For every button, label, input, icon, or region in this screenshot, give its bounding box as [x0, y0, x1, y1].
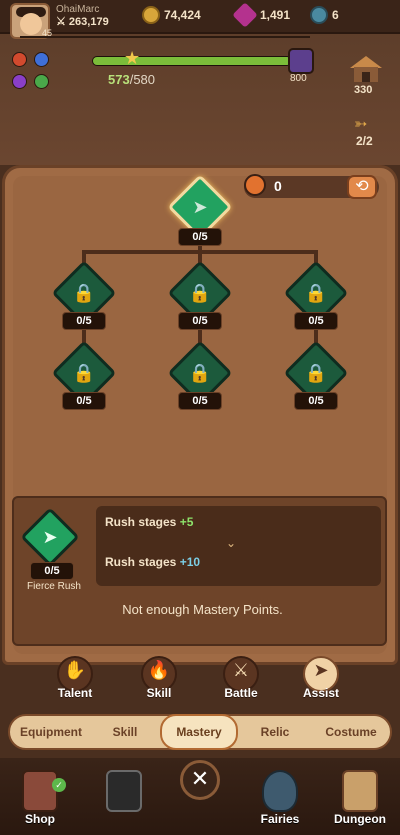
nav-dungeon-label: Dungeon [334, 812, 386, 826]
house-count: 330 [354, 84, 373, 96]
event-icon[interactable] [288, 48, 314, 74]
tab-equipment[interactable]: Equipment [16, 716, 86, 748]
node-fierce-rush[interactable]: ➤ 0/5 [166, 174, 234, 246]
star-icon: ★ [124, 48, 141, 68]
selected-skill-count: 0/5 [30, 562, 74, 580]
node-locked[interactable]: 🔒 0/5 [50, 260, 118, 330]
tab-costume[interactable]: Costume [314, 716, 388, 748]
lock-icon: 🔒 [72, 363, 96, 383]
node-locked[interactable]: 🔒 0/5 [50, 340, 118, 410]
lock-icon: 🔒 [304, 283, 328, 303]
xp-text: 573/580 [108, 72, 155, 87]
gold-amount: 74,424 [164, 8, 201, 22]
shop-icon [22, 770, 58, 812]
event-count: 800 [290, 73, 307, 84]
node-count: 0/5 [178, 228, 222, 246]
notice-text: Not enough Mastery Points. [122, 602, 283, 617]
reset-icon: ⟲ [355, 178, 369, 195]
gem-amount: 1,491 [260, 8, 291, 22]
tab-mastery[interactable]: Mastery [160, 714, 238, 750]
xp-current: 573 [108, 72, 130, 87]
check-icon: ✓ [52, 778, 66, 792]
rush-icon: ➤ [313, 660, 329, 680]
category-selector: ✋ Talent 🔥 Skill ⚔ Battle ➤ Assist [40, 656, 360, 702]
fairy-icon [262, 770, 298, 812]
category-talent[interactable]: ✋ Talent [40, 656, 110, 702]
nav-fairies[interactable]: Fairies [250, 770, 310, 832]
lock-icon [106, 770, 142, 812]
gold-icon [142, 6, 160, 24]
selected-skill-icon: ➤ [20, 507, 80, 570]
hands-icon: ✋ [63, 660, 87, 680]
chevron-down-icon: ⌄ [226, 536, 237, 550]
player-name: OhaiMarc [56, 4, 100, 15]
flame-icon: 🔥 [147, 660, 171, 680]
lock-icon: 🔒 [72, 283, 96, 303]
house-icon[interactable] [346, 54, 386, 84]
divider [20, 36, 310, 38]
node-count: 0/5 [178, 312, 222, 330]
nav-fairies-label: Fairies [260, 812, 300, 826]
stamina-count: 2/2 [356, 134, 373, 148]
node-count: 0/5 [294, 312, 338, 330]
lock-icon: 🔒 [188, 363, 212, 383]
node-locked[interactable]: 🔒 0/5 [166, 260, 234, 330]
map-icon [342, 770, 378, 812]
lock-icon: 🔒 [188, 283, 212, 303]
nav-locked[interactable] [94, 770, 154, 832]
category-battle[interactable]: ⚔ Battle [206, 656, 276, 702]
rush-icon: ➤ [42, 527, 58, 547]
tab-relic[interactable]: Relic [242, 716, 308, 748]
mastery-point-icon [244, 174, 266, 196]
nav-shop-label: Shop [25, 812, 55, 826]
node-locked[interactable]: 🔒 0/5 [166, 340, 234, 410]
close-button[interactable]: ✕ [180, 760, 220, 800]
nav-dungeon[interactable]: Dungeon [330, 770, 390, 832]
xp-max: /580 [129, 72, 156, 87]
category-skill[interactable]: 🔥 Skill [124, 656, 194, 702]
rush-icon: ➤ [192, 197, 208, 217]
stamina-icon: ➳ [354, 116, 368, 133]
reset-button[interactable]: ⟲ [347, 175, 377, 199]
tab-bar: Equipment Skill Mastery Relic Costume [8, 714, 392, 750]
key-amount: 6 [332, 8, 339, 22]
selected-skill-name: Fierce Rush [27, 581, 81, 592]
power-value: 263,179 [68, 16, 109, 28]
element-orbs[interactable] [12, 52, 54, 94]
key-icon [310, 6, 328, 24]
lock-icon: 🔒 [304, 363, 328, 383]
node-count: 0/5 [178, 392, 222, 410]
node-count: 0/5 [62, 392, 106, 410]
node-count: 0/5 [294, 392, 338, 410]
effect-row-2: Rush stages +10 [105, 555, 201, 569]
xp-bar [92, 56, 292, 66]
category-assist[interactable]: ➤ Assist [286, 656, 356, 702]
points-value: 0 [274, 178, 282, 194]
xp-fill [93, 57, 289, 65]
swords-icon: ⚔ [232, 660, 250, 680]
node-locked[interactable]: 🔒 0/5 [282, 340, 350, 410]
tab-skill[interactable]: Skill [92, 716, 158, 748]
player-power: ⚔ 263,179 [56, 16, 109, 28]
effect-row-1: Rush stages +5 [105, 515, 194, 529]
node-count: 0/5 [62, 312, 106, 330]
close-icon: ✕ [190, 766, 210, 791]
node-locked[interactable]: 🔒 0/5 [282, 260, 350, 330]
